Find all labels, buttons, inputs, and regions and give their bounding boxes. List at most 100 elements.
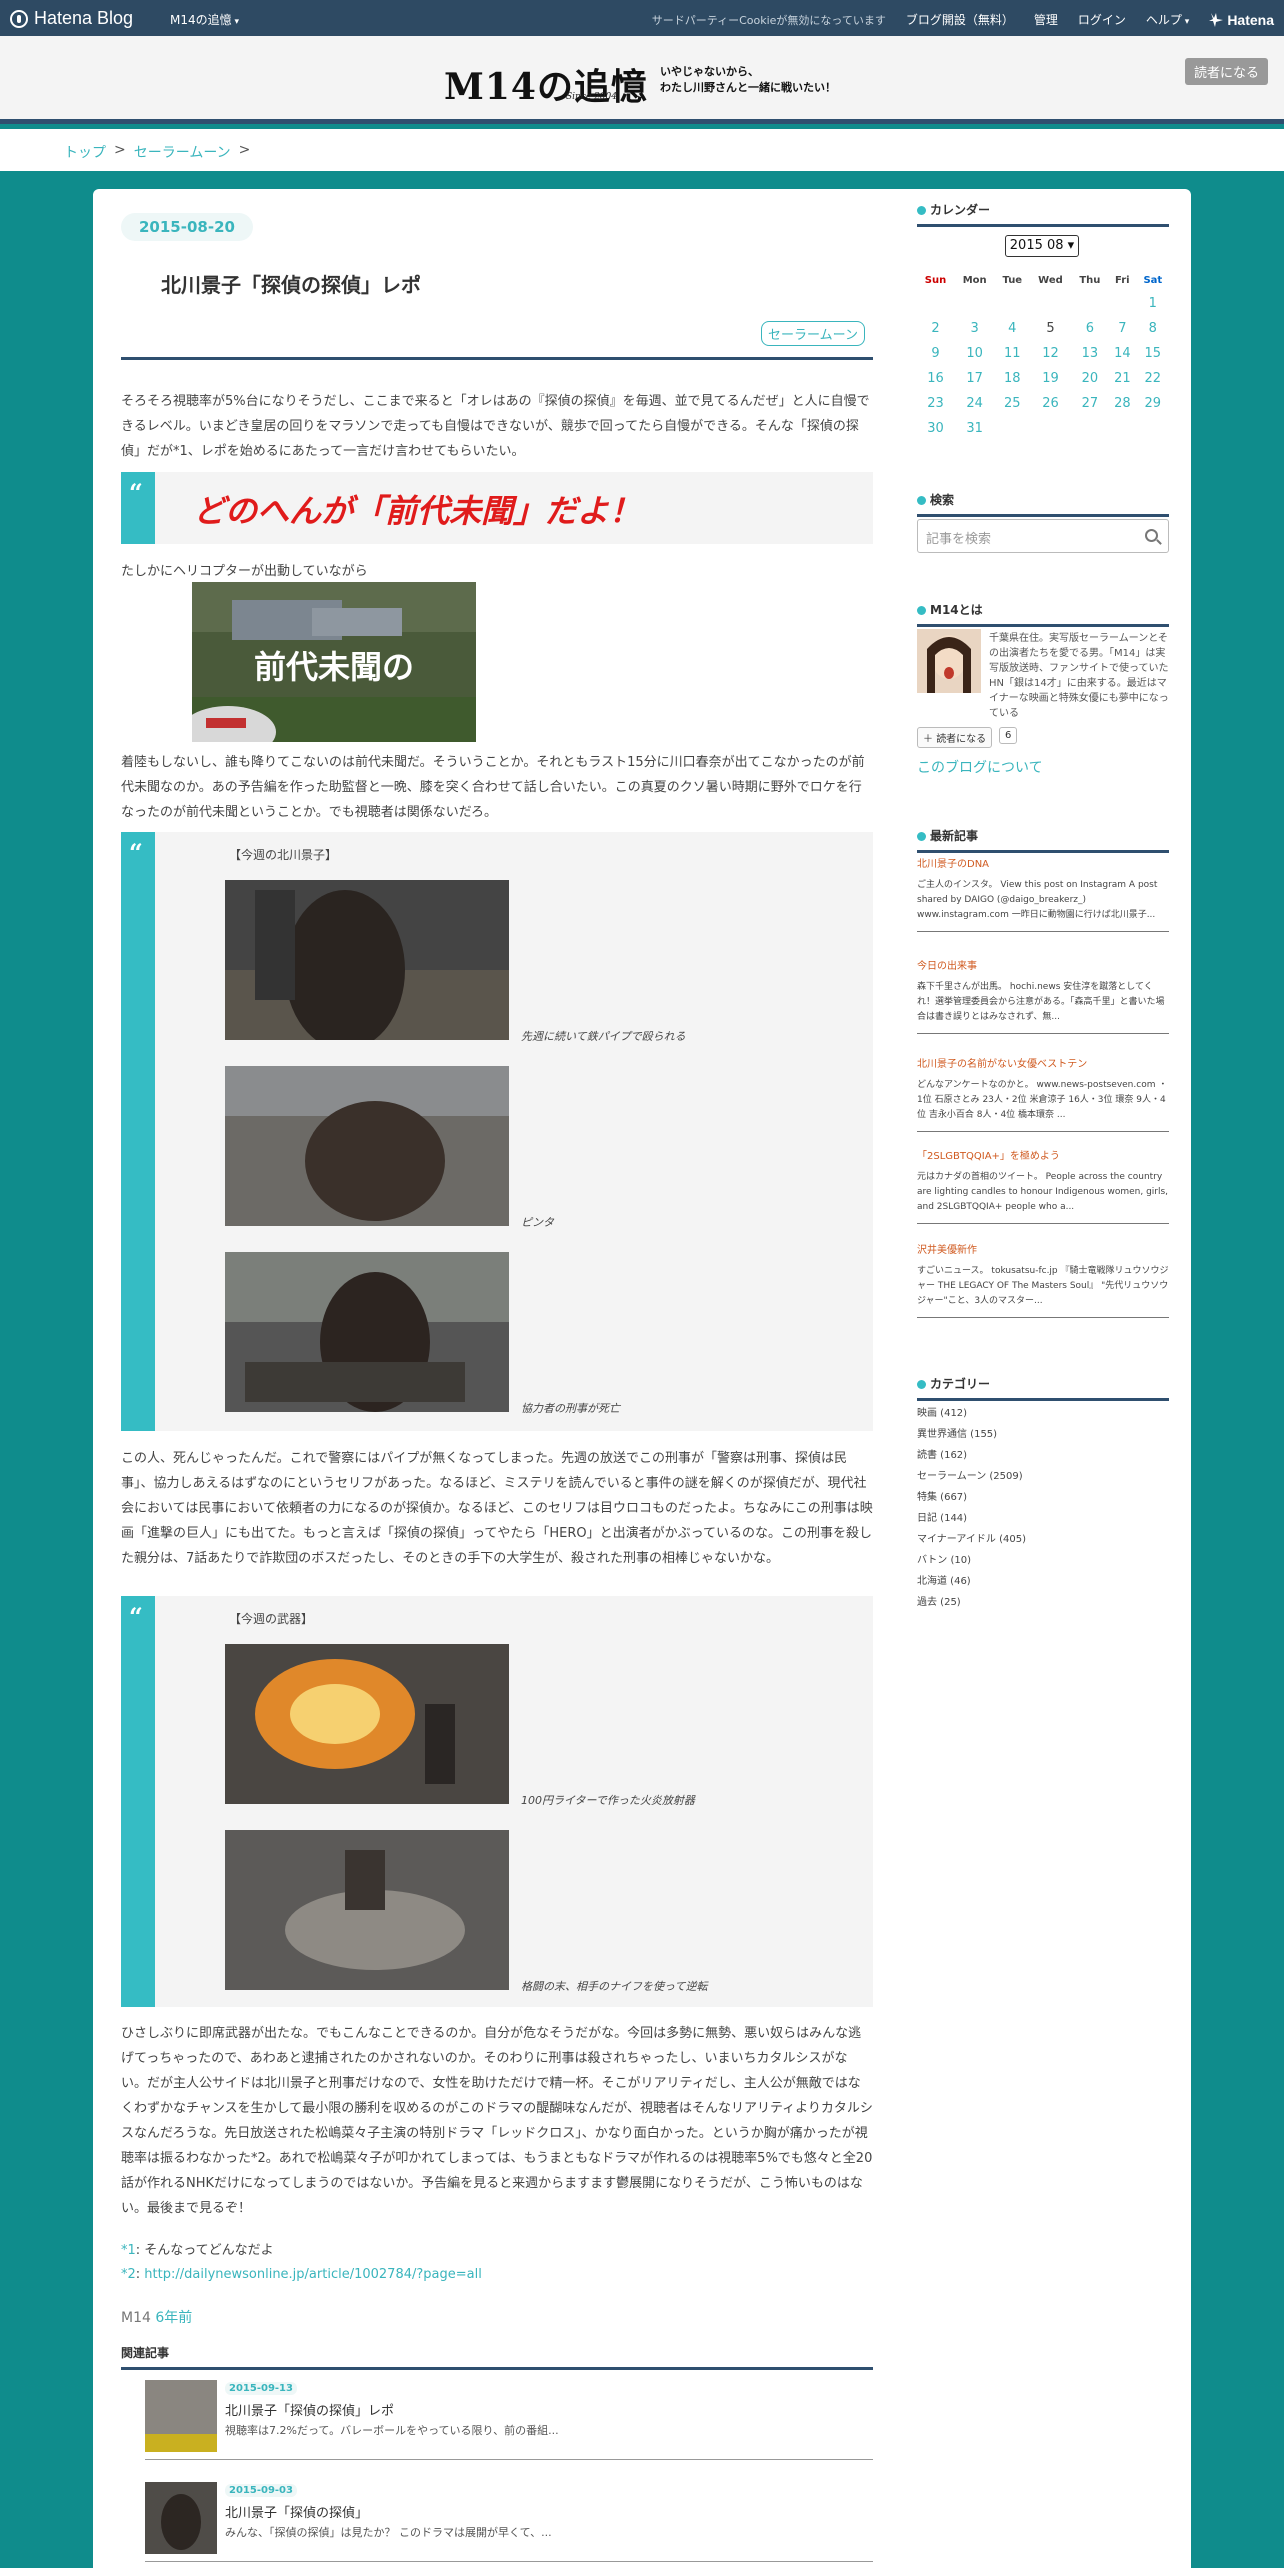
blog-title[interactable]: M14の追憶 [444,58,648,110]
breadcrumb-bar: トップ > セーラームーン > [0,129,1284,171]
breadcrumb-top[interactable]: トップ [64,142,106,162]
hatena-logo-icon [10,9,28,28]
post-age[interactable]: 6年前 [155,2310,192,2326]
calendar-day: 25 [995,391,1029,416]
calendar-day: 19 [1029,366,1072,391]
related-title[interactable]: 北川景子「探偵の探偵」 [225,2502,368,2521]
calendar-day-link[interactable]: 16 [927,371,944,386]
sidebar-subscribe-button[interactable]: ＋ 読者になる [917,727,993,748]
calendar-day-link[interactable]: 19 [1042,371,1059,386]
caption-2: ピンタ [521,1216,554,1229]
recent-entry-title[interactable]: 沢井美優新作 [917,1241,1169,1256]
entry-intro: そろそろ視聴率が5%台になりそうだし、ここまで来ると「オレはあの『探偵の探偵』を… [121,394,870,459]
hatena-brand[interactable]: Hatena [1209,12,1274,28]
calendar-empty [1137,416,1169,441]
calendar-day-link[interactable]: 23 [927,396,944,411]
calendar-day-link[interactable]: 10 [966,346,983,361]
breadcrumb-category[interactable]: セーラームーン [134,142,231,162]
calendar-day-link[interactable]: 13 [1082,346,1099,361]
recent-entry[interactable]: 「2SLGBTQQIA+」を極めよう 元はカナダの首相のツイート。 People … [917,1147,1169,1224]
blog-description-line1: いやじゃないから、 [660,65,759,78]
category-item[interactable]: 異世界通信 (155) [917,1424,1026,1445]
search-input[interactable]: 記事を検索 [917,519,1169,553]
calendar-day-link[interactable]: 17 [966,371,983,386]
calendar-day-link[interactable]: 15 [1145,346,1162,361]
entry-date[interactable]: 2015-08-20 [121,213,253,241]
calendar-day-link[interactable]: 28 [1114,396,1131,411]
calendar-day-link[interactable]: 18 [1004,371,1021,386]
calendar-month-select[interactable]: 2015 08 ▾ [1005,235,1079,257]
category-item[interactable]: 特集 (667) [917,1487,1026,1508]
login-link[interactable]: ログイン [1078,11,1126,28]
recent-entry-title[interactable]: 北川景子の名前がない女優ベストテン [917,1055,1169,1070]
category-item[interactable]: マイナーアイドル (405) [917,1529,1026,1550]
calendar-day-link[interactable]: 27 [1082,396,1099,411]
calendar-day-link[interactable]: 24 [966,396,983,411]
calendar-day-link[interactable]: 22 [1145,371,1162,386]
footnote-1-mark[interactable]: *1 [121,2243,136,2258]
create-blog-link[interactable]: ブログ開設（無料） [906,11,1014,28]
calendar-table: Sun Mon Tue Wed Thu Fri Sat 1 2 3 4 5 6 7 8 9 10 11 12 13 1… [917,269,1169,441]
calendar-day-link[interactable]: 4 [1008,321,1016,336]
subscribe-button[interactable]: 読者になる [1184,58,1268,85]
calendar-day-link[interactable]: 21 [1114,371,1131,386]
blog-menu[interactable]: M14の追憶 [170,11,239,28]
recent-entry-title[interactable]: 「2SLGBTQQIA+」を極めよう [917,1147,1169,1162]
calendar-day-link[interactable]: 7 [1118,321,1126,336]
author[interactable]: M14 [121,2310,151,2326]
calendar-day: 18 [995,366,1029,391]
entry-title[interactable]: 北川景子「探偵の探偵」レポ [161,269,421,298]
about-blog-link[interactable]: このブログについて [917,757,1043,777]
related-date: 2015-09-13 [225,2382,297,2395]
calendar-day-link[interactable]: 6 [1086,321,1094,336]
calendar-day: 24 [954,391,995,416]
cookie-notice[interactable]: サードパーティーCookieが無効になっています [652,12,886,28]
category-item[interactable]: セーラームーン (2509) [917,1466,1026,1487]
calendar-day-link[interactable]: 26 [1042,396,1059,411]
calendar-day-link[interactable]: 20 [1082,371,1099,386]
admin-link[interactable]: 管理 [1034,11,1058,28]
category-item[interactable]: 過去 (25) [917,1592,1026,1613]
category-item[interactable]: 北海道 (46) [917,1571,1026,1592]
footnotes: *1: そんなってどんなだよ *2: http://dailynewsonlin… [121,2243,482,2282]
recent-entry[interactable]: 北川景子の名前がない女優ベストテン どんなアンケートなのかと。 www.news-… [917,1055,1169,1132]
related-title[interactable]: 北川景子「探偵の探偵」レポ [225,2400,394,2419]
calendar-day-link[interactable]: 31 [966,421,983,436]
recent-entry[interactable]: 沢井美優新作 すごいニュース。 tokusatsu-fc.jp 『騎士竜戦隊リュウ… [917,1241,1169,1318]
recent-entry[interactable]: 今日の出来事 森下千里さんが出馬。 hochi.news 安住淳を蹴落としてくれ！… [917,957,1169,1034]
calendar-weekday: Sun [924,274,947,286]
help-menu[interactable]: ヘルプ [1146,11,1189,28]
calendar-empty [1029,291,1072,316]
recent-entry[interactable]: 北川景子のDNA ご主人のインスタ。 View this post on Inst… [917,855,1169,932]
footnote-2-mark[interactable]: *2 [121,2267,136,2282]
entry-category-tag[interactable]: セーラームーン [761,321,865,346]
category-item[interactable]: 映画 (412) [917,1403,1026,1424]
hatena-blog-logo[interactable]: Hatena Blog [10,8,133,29]
category-item[interactable]: 日記 (144) [917,1508,1026,1529]
calendar-day-link[interactable]: 8 [1149,321,1157,336]
category-heading: カテゴリー [917,1375,1169,1401]
calendar-day-link[interactable]: 3 [971,321,979,336]
related-item[interactable]: 2015-09-13 北川景子「探偵の探偵」レポ 視聴率は7.2%だって。バレー… [145,2374,873,2460]
footnote-2-link[interactable]: http://dailynewsonline.jp/article/100278… [144,2267,482,2282]
calendar-day-link[interactable]: 2 [931,321,939,336]
search-icon[interactable] [1145,529,1158,542]
calendar-day-link[interactable]: 29 [1145,396,1162,411]
kitagawa-quote: “ 【今週の北川景子】 先週に続いて鉄パイプで殴られる ピンタ 協力者の刑事が死… [121,832,873,1431]
calendar-day-link[interactable]: 9 [931,346,939,361]
recent-entry-title[interactable]: 今日の出来事 [917,957,1169,972]
scene-photo-3 [225,1252,509,1412]
quote3-title: 【今週の武器】 [229,1612,314,1626]
author-avatar[interactable] [917,629,981,693]
calendar-day-link[interactable]: 25 [1004,396,1021,411]
calendar-day-link[interactable]: 1 [1149,296,1157,311]
category-item[interactable]: 読書 (162) [917,1445,1026,1466]
calendar-day-link[interactable]: 12 [1042,346,1059,361]
recent-entry-title[interactable]: 北川景子のDNA [917,855,1169,870]
calendar-day-link[interactable]: 14 [1114,346,1131,361]
calendar-empty [954,291,995,316]
category-item[interactable]: バトン (10) [917,1550,1026,1571]
related-item[interactable]: 2015-09-03 北川景子「探偵の探偵」 みんな、「探偵の探偵」は見たか？ … [145,2476,873,2562]
calendar-day-link[interactable]: 11 [1004,346,1021,361]
calendar-day-link[interactable]: 30 [927,421,944,436]
